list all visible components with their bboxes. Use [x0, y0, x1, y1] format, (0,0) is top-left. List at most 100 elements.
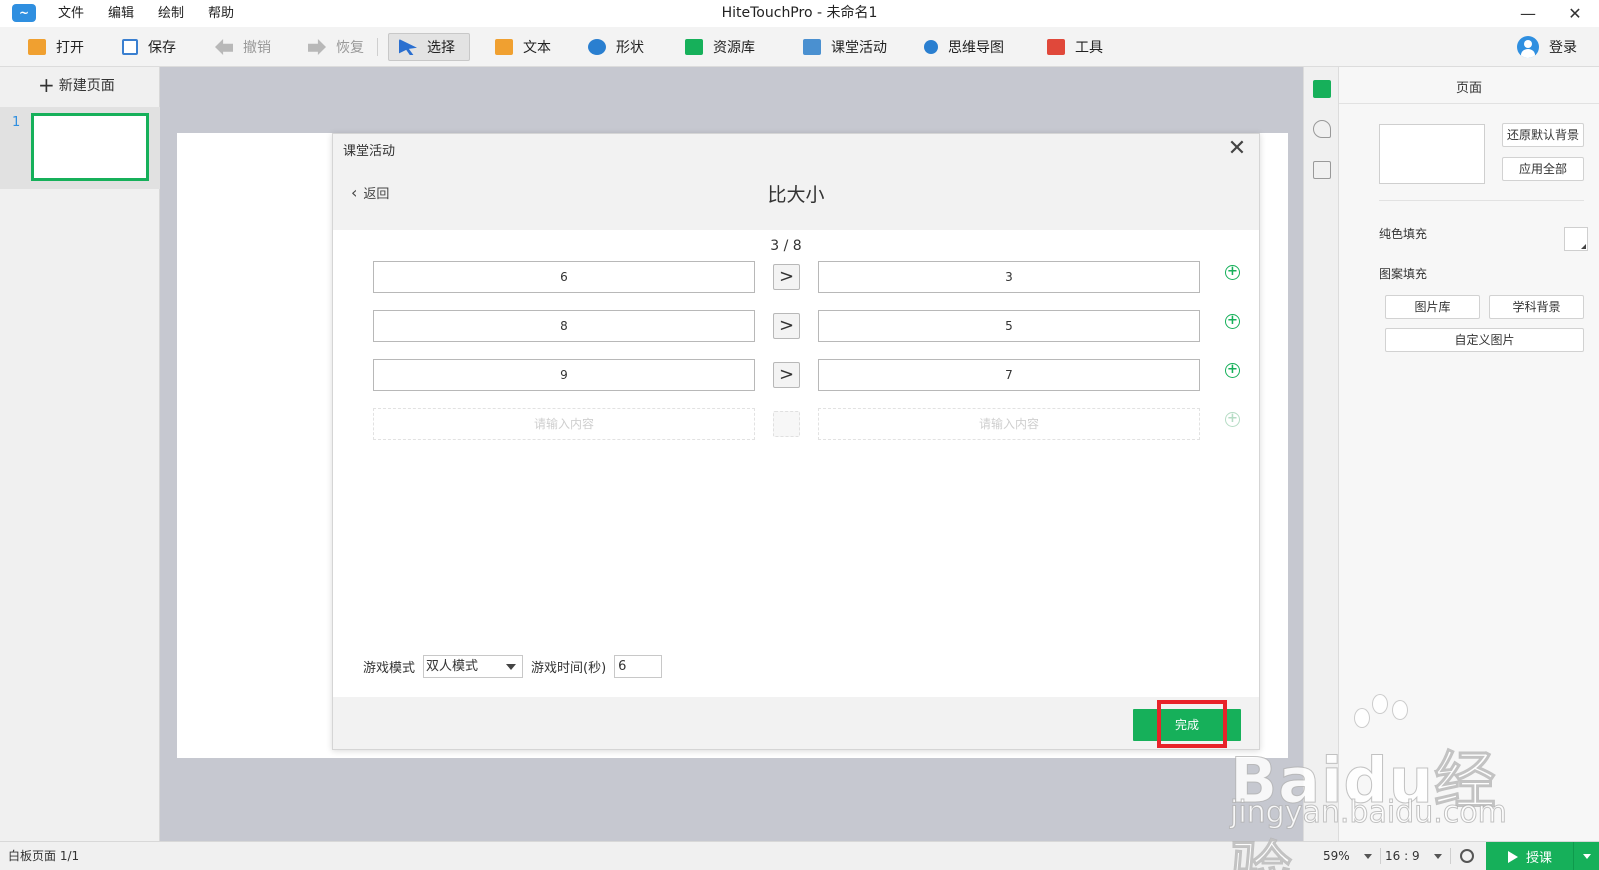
left-value-input[interactable]: 6 [373, 261, 755, 293]
restore-default-background-button[interactable]: 还原默认背景 [1502, 123, 1584, 147]
app-logo-icon: ~ [12, 4, 36, 22]
save-label: 保存 [148, 40, 176, 56]
custom-image-button[interactable]: 自定义图片 [1385, 328, 1584, 352]
menu-bar: 文件 编辑 绘制 帮助 [58, 0, 258, 27]
menu-file[interactable]: 文件 [58, 0, 84, 27]
comparison-operator-placeholder[interactable] [773, 411, 800, 437]
sync-icon[interactable] [1460, 849, 1474, 863]
activity-title: 比大小 [767, 184, 825, 206]
gallery-button[interactable]: 图片库 [1385, 295, 1480, 319]
right-icon-strip [1303, 67, 1339, 841]
save-button[interactable]: 保存 [112, 33, 186, 61]
background-preview [1379, 124, 1485, 184]
aspect-ratio-select[interactable]: 16 : 9 [1385, 842, 1442, 870]
menu-edit[interactable]: 编辑 [108, 0, 134, 27]
compare-row: 8 > 5 + [373, 310, 1243, 342]
right-value-input[interactable]: 7 [818, 359, 1200, 391]
text-label: 文本 [523, 40, 551, 56]
status-bar: 白板页面 1/1 59% 16 : 9 授课 [0, 841, 1599, 870]
page-thumbnail[interactable] [31, 113, 149, 181]
undo-button[interactable]: 撤销 [205, 33, 281, 61]
undo-arrow-icon [215, 39, 233, 55]
login-button[interactable]: 登录 [1517, 33, 1577, 61]
right-value-input[interactable]: 3 [818, 261, 1200, 293]
shape-tool-button[interactable]: 形状 [578, 33, 654, 61]
redo-label: 恢复 [336, 40, 364, 56]
close-window-button[interactable]: ✕ [1555, 0, 1595, 27]
dialog-close-icon[interactable]: ✕ [1225, 136, 1249, 161]
chevron-down-icon [1433, 854, 1442, 859]
game-time-input[interactable]: 6 [614, 654, 663, 678]
solid-fill-label: 纯色填充 [1379, 227, 1428, 241]
apply-all-button[interactable]: 应用全部 [1502, 157, 1584, 181]
chevron-down-icon [506, 663, 517, 670]
page-settings-icon[interactable] [1313, 80, 1331, 98]
classroom-label: 课堂活动 [831, 40, 887, 56]
resources-label: 资源库 [713, 40, 755, 56]
comparison-operator-button[interactable]: > [773, 362, 800, 388]
start-teaching-button[interactable]: 授课 [1486, 842, 1599, 870]
select-tool-button[interactable]: 选择 [388, 33, 470, 61]
solid-fill-color-picker[interactable] [1564, 227, 1588, 251]
game-time-label: 游戏时间(秒) [531, 660, 607, 676]
left-value-placeholder[interactable]: 请输入内容 [373, 408, 755, 440]
login-label: 登录 [1549, 40, 1577, 56]
teach-dropdown-icon[interactable] [1573, 842, 1599, 870]
right-value-input[interactable]: 5 [818, 310, 1200, 342]
highlight-box [1157, 700, 1227, 748]
game-mode-label: 游戏模式 [363, 660, 416, 676]
zoom-select[interactable]: 59% [1323, 842, 1372, 870]
aspect-ratio-value: 16 : 9 [1385, 849, 1420, 863]
menu-draw[interactable]: 绘制 [158, 0, 184, 27]
menu-help[interactable]: 帮助 [208, 0, 234, 27]
panel-title: 页面 [1455, 81, 1482, 96]
game-settings-row: 游戏模式 双人模式 游戏时间(秒) 6 [363, 654, 663, 678]
plus-icon: + [38, 73, 55, 97]
add-row-icon[interactable]: + [1225, 265, 1240, 280]
game-mode-select[interactable]: 双人模式 [423, 654, 524, 678]
compare-row: 9 > 7 + [373, 359, 1243, 391]
right-value-placeholder[interactable]: 请输入内容 [818, 408, 1200, 440]
notebook-icon[interactable] [1313, 161, 1331, 179]
user-avatar-icon [1517, 36, 1539, 58]
toolbox-icon [1047, 39, 1065, 55]
select-label: 选择 [427, 40, 455, 56]
redo-button[interactable]: 恢复 [298, 33, 374, 61]
resources-button[interactable]: 资源库 [675, 33, 765, 61]
cursor-icon [399, 39, 417, 55]
classroom-activity-button[interactable]: 课堂活动 [793, 33, 897, 61]
add-row-icon[interactable]: + [1225, 363, 1240, 378]
title-bar: ~ 文件 编辑 绘制 帮助 HiteTouchPro - 未命名1 — ✕ [0, 0, 1599, 27]
page-thumbnail-row[interactable]: 1 [0, 107, 160, 189]
mindmap-button[interactable]: 思维导图 [914, 33, 1014, 61]
shape-label: 形状 [616, 40, 644, 56]
status-divider [1380, 848, 1381, 864]
folder-icon [28, 39, 46, 55]
open-button[interactable]: 打开 [18, 33, 94, 61]
library-icon [685, 39, 703, 55]
undo-label: 撤销 [243, 40, 271, 56]
add-row-icon[interactable]: + [1225, 412, 1240, 427]
new-page-button[interactable]: + 新建页面 [38, 75, 115, 95]
pin-icon[interactable] [1313, 120, 1331, 138]
dialog-header: 课堂活动 ✕ ‹ 返回 比大小 [333, 134, 1259, 230]
mindmap-icon [924, 40, 938, 54]
panel-divider [1379, 200, 1584, 201]
dialog-footer: 完成 [333, 697, 1259, 749]
subject-background-button[interactable]: 学科背景 [1489, 295, 1584, 319]
comparison-operator-button[interactable]: > [773, 264, 800, 290]
comparison-operator-button[interactable]: > [773, 313, 800, 339]
left-value-input[interactable]: 9 [373, 359, 755, 391]
left-value-input[interactable]: 8 [373, 310, 755, 342]
page-number: 1 [12, 115, 21, 130]
tools-button[interactable]: 工具 [1037, 33, 1113, 61]
play-icon [1508, 850, 1518, 863]
tools-label: 工具 [1075, 40, 1103, 56]
add-row-icon[interactable]: + [1225, 314, 1240, 329]
game-mode-value: 双人模式 [426, 658, 479, 674]
toolbar-divider [377, 38, 378, 56]
minimize-button[interactable]: — [1508, 0, 1548, 27]
teach-label: 授课 [1526, 851, 1553, 866]
compare-row: 6 > 3 + [373, 261, 1243, 293]
text-tool-button[interactable]: 文本 [485, 33, 561, 61]
